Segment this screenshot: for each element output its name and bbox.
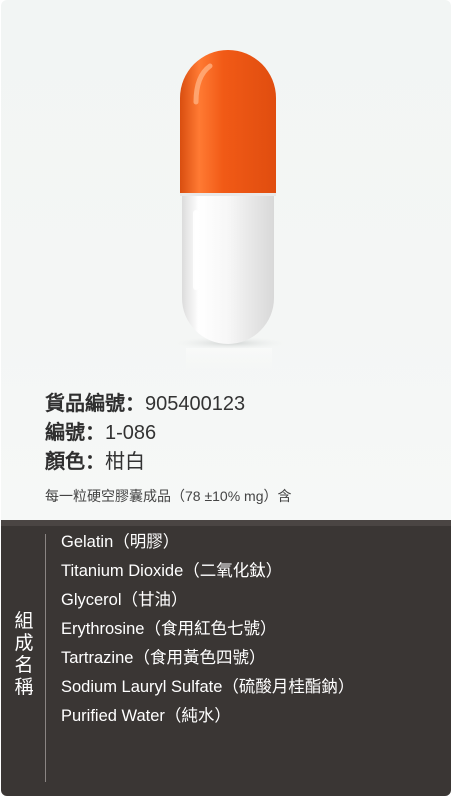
product-info: 貨品編號：905400123 編號：1-086 顏色：柑白 每一粒硬空膠囊成品（… [45, 390, 292, 506]
product-image-area: 貨品編號：905400123 編號：1-086 顏色：柑白 每一粒硬空膠囊成品（… [1, 0, 451, 520]
product-card: 貨品編號：905400123 編號：1-086 顏色：柑白 每一粒硬空膠囊成品（… [1, 0, 451, 796]
code-label: 編號： [45, 422, 105, 444]
vertical-divider [45, 534, 46, 782]
code-line: 編號：1-086 [45, 419, 292, 448]
color-value: 柑白 [105, 451, 145, 473]
color-label: 顏色： [45, 451, 105, 473]
item-number-label: 貨品編號： [45, 393, 145, 415]
capsule-illustration [166, 30, 296, 380]
ingredient-item: Erythrosine（食用紅色七號） [61, 620, 277, 638]
item-number-value: 905400123 [145, 393, 246, 415]
color-line: 顏色：柑白 [45, 448, 292, 477]
ingredient-item: Purified Water（純水） [61, 707, 231, 725]
ingredient-item: Glycerol（甘油） [61, 591, 188, 609]
ingredient-list: Gelatin（明膠） Titanium Dioxide（二氧化鈦） Glyce… [61, 528, 354, 731]
ingredient-item: Tartrazine（食用黃色四號） [61, 649, 266, 667]
capsule-weight-note: 每一粒硬空膠囊成品（78 ±10% mg）含 [45, 488, 292, 504]
ingredient-item: Gelatin（明膠） [61, 533, 180, 551]
item-number-line: 貨品編號：905400123 [45, 390, 292, 419]
code-value: 1-086 [105, 422, 157, 444]
panel-divider-bar [1, 520, 451, 526]
ingredient-item: Titanium Dioxide（二氧化鈦） [61, 562, 283, 580]
ingredient-item: Sodium Lauryl Sulfate（硫酸月桂酯鈉） [61, 678, 355, 696]
composition-panel: 組成名稱 Gelatin（明膠） Titanium Dioxide（二氧化鈦） … [1, 520, 451, 796]
composition-title: 組成名稱 [14, 610, 34, 698]
capsule-image [170, 50, 290, 376]
